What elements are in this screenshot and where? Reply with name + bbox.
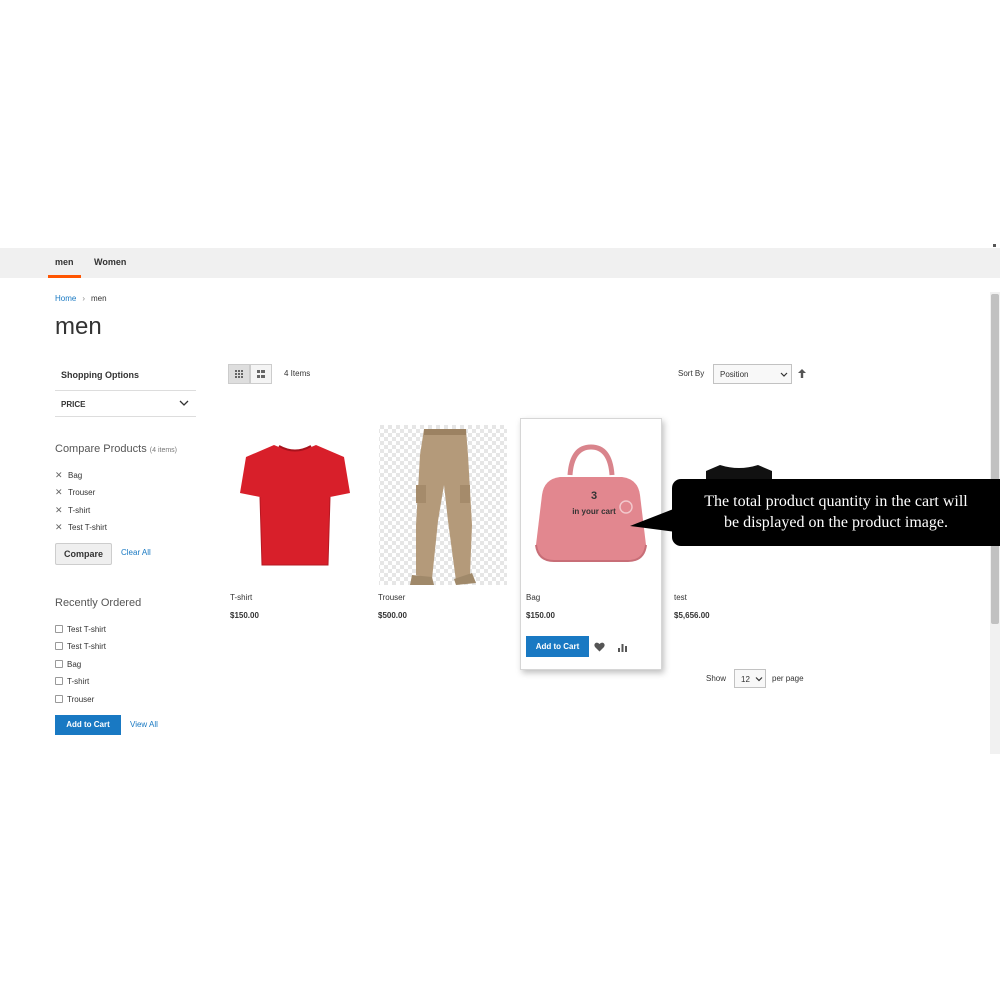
sort-by-value: Position xyxy=(720,370,749,379)
recently-ordered-add-to-cart-button[interactable]: Add to Cart xyxy=(55,715,121,735)
recently-ordered-label[interactable]: Bag xyxy=(67,660,81,669)
compare-products-title: Compare Products (4 items) xyxy=(55,443,177,455)
nav-item-men[interactable]: men xyxy=(55,257,74,267)
annotation-callout: The total product quantity in the cart w… xyxy=(672,479,1000,546)
remove-icon[interactable]: ✕ xyxy=(55,505,64,516)
recently-ordered-item: Trouser xyxy=(55,695,94,704)
compare-item-label[interactable]: Test T-shirt xyxy=(68,523,107,532)
breadcrumb-home-link[interactable]: Home xyxy=(55,294,76,303)
breadcrumb: Home › men xyxy=(55,294,107,303)
compare-item: ✕ Test T-shirt xyxy=(55,522,107,533)
compare-item: ✕ Trouser xyxy=(55,487,95,498)
product-price: $150.00 xyxy=(230,611,259,620)
chevron-down-icon xyxy=(755,677,763,682)
callout-line-2: be displayed on the product image. xyxy=(724,514,948,531)
top-navigation: men Women xyxy=(0,248,1000,278)
shopping-options-heading: Shopping Options xyxy=(55,362,196,391)
recently-ordered-item: Bag xyxy=(55,660,81,669)
recently-ordered-label[interactable]: Trouser xyxy=(67,695,94,704)
product-name[interactable]: T-shirt xyxy=(230,593,252,602)
compare-item: ✕ T-shirt xyxy=(55,505,90,516)
product-name[interactable]: test xyxy=(674,593,687,602)
checkbox[interactable] xyxy=(55,660,63,668)
product-price: $500.00 xyxy=(378,611,407,620)
recently-ordered-item: T-shirt xyxy=(55,677,89,686)
sort-by-label: Sort By xyxy=(678,369,705,378)
show-label: Show xyxy=(706,674,727,683)
product-price: $5,656.00 xyxy=(674,611,710,620)
price-filter-label: PRICE xyxy=(61,400,86,409)
per-page-label: per page xyxy=(772,674,804,683)
callout-pointer xyxy=(630,508,676,532)
sort-direction-arrow-icon[interactable] xyxy=(797,368,807,379)
chevron-down-icon xyxy=(179,400,189,406)
nav-active-indicator xyxy=(48,275,81,278)
grid-view-button[interactable] xyxy=(228,364,250,384)
compare-item-label[interactable]: Trouser xyxy=(68,488,95,497)
list-view-button[interactable] xyxy=(250,364,272,384)
compare-products-label: Compare Products xyxy=(55,443,147,455)
product-image-khaki-trouser[interactable] xyxy=(372,425,514,585)
breadcrumb-current: men xyxy=(91,294,107,303)
limiter-value: 12 xyxy=(741,675,750,684)
compare-products-count: (4 items) xyxy=(149,447,178,454)
add-to-cart-button[interactable]: Add to Cart xyxy=(526,636,589,657)
recently-ordered-label[interactable]: Test T-shirt xyxy=(67,642,106,651)
compare-item-label[interactable]: Bag xyxy=(68,471,82,480)
product-name[interactable]: Bag xyxy=(526,593,540,602)
checkbox[interactable] xyxy=(55,695,63,703)
callout-line-1: The total product quantity in the cart w… xyxy=(704,493,968,510)
nav-item-women[interactable]: Women xyxy=(94,257,126,267)
clear-all-link[interactable]: Clear All xyxy=(121,548,151,557)
window-corner-mark xyxy=(993,244,996,247)
recently-ordered-label[interactable]: T-shirt xyxy=(67,677,89,686)
cart-quantity-overlay: 3 in your cart xyxy=(562,490,626,516)
cart-quantity-text: in your cart xyxy=(572,507,616,516)
recently-ordered-title: Recently Ordered xyxy=(55,597,142,609)
compare-item: ✕ Bag xyxy=(55,470,82,481)
recently-ordered-item: Test T-shirt xyxy=(55,642,106,651)
breadcrumb-separator-icon: › xyxy=(82,294,86,303)
item-count: 4 Items xyxy=(284,369,311,378)
checkbox[interactable] xyxy=(55,625,63,633)
product-image-red-tshirt[interactable] xyxy=(224,425,366,585)
checkbox[interactable] xyxy=(55,677,63,685)
cart-quantity: 3 xyxy=(590,490,598,502)
remove-icon[interactable]: ✕ xyxy=(55,470,64,481)
recently-ordered-item: Test T-shirt xyxy=(55,625,106,634)
price-filter[interactable]: PRICE xyxy=(55,392,196,417)
shopping-options-label: Shopping Options xyxy=(61,370,139,380)
remove-icon[interactable]: ✕ xyxy=(55,522,64,533)
view-all-link[interactable]: View All xyxy=(130,720,158,729)
remove-icon[interactable]: ✕ xyxy=(55,487,64,498)
compare-item-label[interactable]: T-shirt xyxy=(68,506,90,515)
compare-icon[interactable] xyxy=(617,642,628,652)
grid-icon xyxy=(235,370,243,378)
checkbox[interactable] xyxy=(55,642,63,650)
recently-ordered-label[interactable]: Test T-shirt xyxy=(67,625,106,634)
product-price: $150.00 xyxy=(526,611,555,620)
scrollbar-thumb[interactable] xyxy=(991,294,999,624)
heart-icon[interactable] xyxy=(594,642,605,652)
limiter-select[interactable]: 12 xyxy=(734,669,766,688)
page-title: men xyxy=(55,313,102,340)
chevron-down-icon xyxy=(780,372,788,377)
sort-by-select[interactable]: Position xyxy=(713,364,792,384)
compare-button[interactable]: Compare xyxy=(55,543,112,565)
list-icon xyxy=(257,370,265,378)
product-name[interactable]: Trouser xyxy=(378,593,405,602)
